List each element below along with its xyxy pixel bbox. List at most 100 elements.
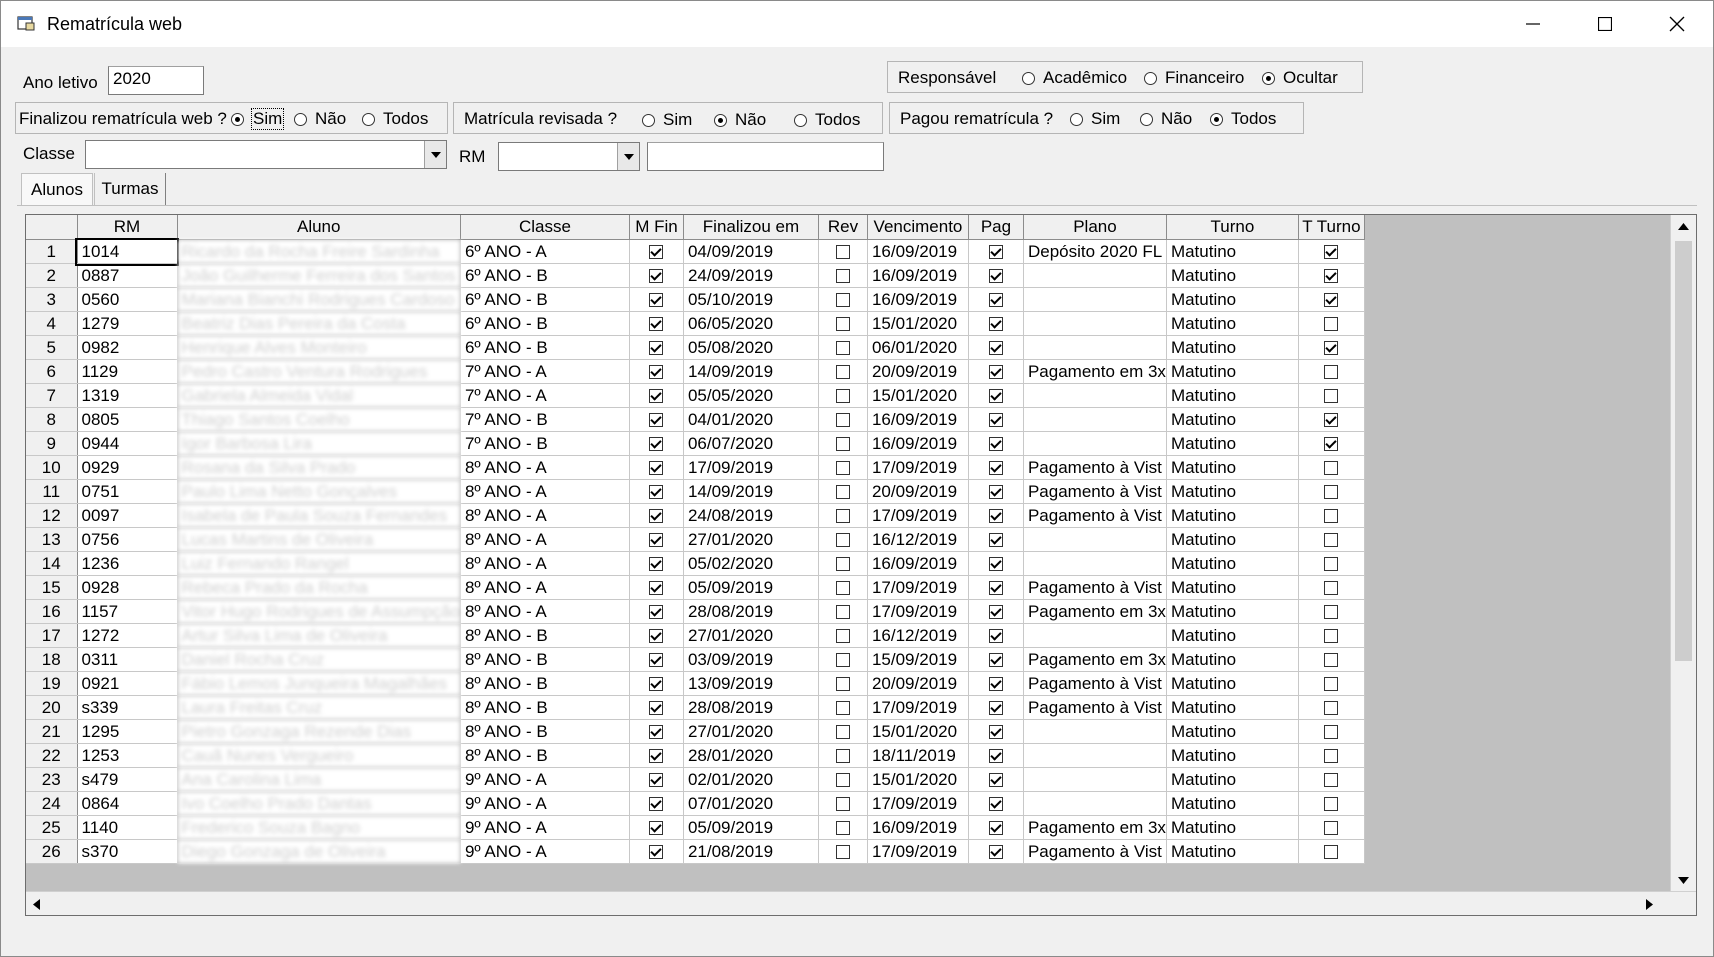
rev-checkbox[interactable] bbox=[835, 677, 850, 692]
pag-checkbox[interactable] bbox=[988, 293, 1003, 308]
vencimento-cell[interactable]: 16/09/2019 bbox=[867, 551, 969, 576]
classe-cell[interactable]: 9º ANO - A bbox=[460, 815, 630, 840]
m-fin-checkbox[interactable] bbox=[649, 725, 664, 740]
pag-cell[interactable] bbox=[968, 407, 1024, 432]
pag-cell[interactable] bbox=[968, 335, 1024, 360]
vencimento-cell[interactable]: 06/01/2020 bbox=[867, 335, 969, 360]
finalizou-em-cell[interactable]: 07/01/2020 bbox=[683, 791, 819, 816]
rev-checkbox[interactable] bbox=[835, 797, 850, 812]
m-fin-checkbox[interactable] bbox=[649, 557, 664, 572]
pag-checkbox[interactable] bbox=[988, 389, 1003, 404]
t-turno-cell[interactable] bbox=[1298, 479, 1365, 504]
m-fin-checkbox[interactable] bbox=[649, 773, 664, 788]
m-fin-cell[interactable] bbox=[629, 455, 684, 480]
pag-cell[interactable] bbox=[968, 527, 1024, 552]
rev-checkbox[interactable] bbox=[835, 293, 850, 308]
t-turno-checkbox[interactable] bbox=[1324, 821, 1339, 836]
header-aluno[interactable]: Aluno bbox=[177, 215, 461, 240]
table-row[interactable]: 15 0928 Rebeca Prado da Rocha 8º ANO - A 05/… bbox=[26, 575, 1365, 600]
pag-cell[interactable] bbox=[968, 551, 1024, 576]
t-turno-cell[interactable] bbox=[1298, 671, 1365, 696]
aluno-cell[interactable]: Beatriz Dias Pereira da Costa bbox=[177, 311, 461, 336]
aluno-cell[interactable]: Ivo Coelho Prado Dantas bbox=[177, 791, 461, 816]
m-fin-checkbox[interactable] bbox=[649, 797, 664, 812]
classe-cell[interactable]: 7º ANO - A bbox=[460, 359, 630, 384]
pag-checkbox[interactable] bbox=[988, 245, 1003, 260]
t-turno-cell[interactable] bbox=[1298, 695, 1365, 720]
m-fin-cell[interactable] bbox=[629, 647, 684, 672]
pag-checkbox[interactable] bbox=[988, 605, 1003, 620]
vencimento-cell[interactable]: 20/09/2019 bbox=[867, 479, 969, 504]
table-row[interactable]: 9 0944 Igor Barbosa Lira 7º ANO - B 06/07/20… bbox=[26, 431, 1365, 456]
pag-checkbox[interactable] bbox=[988, 821, 1003, 836]
turno-cell[interactable]: Matutino bbox=[1166, 743, 1299, 768]
m-fin-cell[interactable] bbox=[629, 383, 684, 408]
header-turno[interactable]: Turno bbox=[1166, 215, 1299, 240]
vertical-scroll-thumb[interactable] bbox=[1675, 241, 1692, 661]
rev-checkbox[interactable] bbox=[835, 389, 850, 404]
m-fin-cell[interactable] bbox=[629, 839, 684, 864]
classe-cell[interactable]: 8º ANO - A bbox=[460, 599, 630, 624]
header-rev[interactable]: Rev bbox=[818, 215, 868, 240]
t-turno-cell[interactable] bbox=[1298, 383, 1365, 408]
classe-cell[interactable]: 8º ANO - B bbox=[460, 719, 630, 744]
pag-checkbox[interactable] bbox=[988, 413, 1003, 428]
rm-cell[interactable]: 0864 bbox=[77, 791, 178, 816]
pag-checkbox[interactable] bbox=[988, 509, 1003, 524]
m-fin-checkbox[interactable] bbox=[649, 581, 664, 596]
pag-cell[interactable] bbox=[968, 767, 1024, 792]
rm-cell[interactable]: 1157 bbox=[77, 599, 178, 624]
m-fin-checkbox[interactable] bbox=[649, 269, 664, 284]
t-turno-cell[interactable] bbox=[1298, 431, 1365, 456]
pag-cell[interactable] bbox=[968, 263, 1024, 288]
m-fin-cell[interactable] bbox=[629, 719, 684, 744]
rm-cell[interactable]: 1279 bbox=[77, 311, 178, 336]
pag-checkbox[interactable] bbox=[988, 797, 1003, 812]
t-turno-cell[interactable] bbox=[1298, 599, 1365, 624]
aluno-cell[interactable]: Vitor Hugo Rodrigues de Assumpção bbox=[177, 599, 461, 624]
header-finalizou-em[interactable]: Finalizou em bbox=[683, 215, 819, 240]
classe-dropdown-button[interactable] bbox=[424, 141, 446, 168]
aluno-cell[interactable]: Laura Freitas Cruz bbox=[177, 695, 461, 720]
t-turno-cell[interactable] bbox=[1298, 551, 1365, 576]
t-turno-cell[interactable] bbox=[1298, 455, 1365, 480]
aluno-cell[interactable]: João Guilherme Ferreira dos Santos bbox=[177, 263, 461, 288]
m-fin-checkbox[interactable] bbox=[649, 749, 664, 764]
finalizou-em-cell[interactable]: 14/09/2019 bbox=[683, 359, 819, 384]
aluno-cell[interactable]: Lucas Martins de Oliveira bbox=[177, 527, 461, 552]
m-fin-cell[interactable] bbox=[629, 239, 684, 264]
m-fin-checkbox[interactable] bbox=[649, 365, 664, 380]
classe-cell[interactable]: 7º ANO - B bbox=[460, 431, 630, 456]
rev-checkbox[interactable] bbox=[835, 557, 850, 572]
classe-cell[interactable]: 8º ANO - A bbox=[460, 479, 630, 504]
rev-checkbox[interactable] bbox=[835, 629, 850, 644]
pag-cell[interactable] bbox=[968, 623, 1024, 648]
m-fin-cell[interactable] bbox=[629, 623, 684, 648]
m-fin-cell[interactable] bbox=[629, 479, 684, 504]
m-fin-checkbox[interactable] bbox=[649, 509, 664, 524]
rev-checkbox[interactable] bbox=[835, 365, 850, 380]
m-fin-cell[interactable] bbox=[629, 527, 684, 552]
pag-checkbox[interactable] bbox=[988, 365, 1003, 380]
classe-cell[interactable]: 8º ANO - A bbox=[460, 503, 630, 528]
table-row[interactable]: 12 0097 Isabela de Paula Souza Fernandes 8º… bbox=[26, 503, 1365, 528]
t-turno-cell[interactable] bbox=[1298, 575, 1365, 600]
finalizou-em-cell[interactable]: 03/09/2019 bbox=[683, 647, 819, 672]
pag-cell[interactable] bbox=[968, 839, 1024, 864]
rev-checkbox[interactable] bbox=[835, 437, 850, 452]
finalizou-em-cell[interactable]: 05/08/2020 bbox=[683, 335, 819, 360]
rev-cell[interactable] bbox=[818, 263, 868, 288]
m-fin-checkbox[interactable] bbox=[649, 413, 664, 428]
t-turno-cell[interactable] bbox=[1298, 767, 1365, 792]
m-fin-checkbox[interactable] bbox=[649, 461, 664, 476]
rev-cell[interactable] bbox=[818, 599, 868, 624]
m-fin-cell[interactable] bbox=[629, 287, 684, 312]
vencimento-cell[interactable]: 16/09/2019 bbox=[867, 239, 969, 264]
rm-cell[interactable]: 1319 bbox=[77, 383, 178, 408]
turno-cell[interactable]: Matutino bbox=[1166, 527, 1299, 552]
rm-cell[interactable]: s479 bbox=[77, 767, 178, 792]
classe-cell[interactable]: 8º ANO - A bbox=[460, 575, 630, 600]
plano-cell[interactable] bbox=[1023, 311, 1167, 336]
m-fin-cell[interactable] bbox=[629, 671, 684, 696]
turno-cell[interactable]: Matutino bbox=[1166, 575, 1299, 600]
